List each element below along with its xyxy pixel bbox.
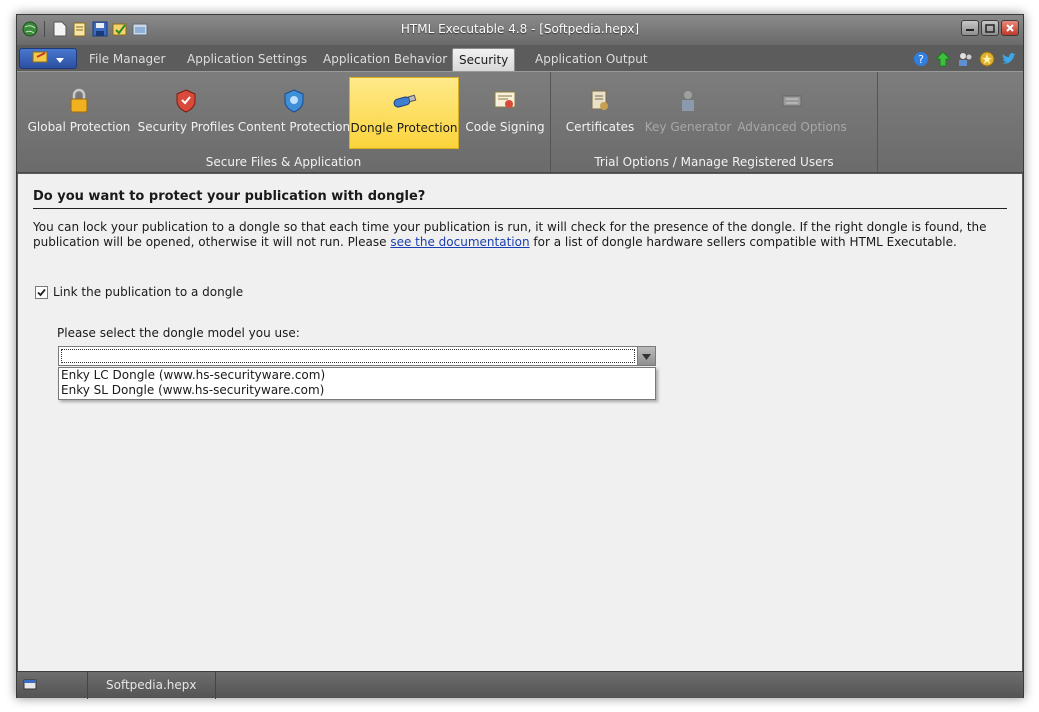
content-shield-icon bbox=[283, 85, 305, 117]
dongle-protection-button[interactable]: Dongle Protection bbox=[349, 77, 459, 149]
code-signing-button[interactable]: Code Signing bbox=[463, 77, 547, 149]
ribbon-panel: Global Protection Security Profiles Cont… bbox=[17, 71, 1023, 173]
award-icon[interactable] bbox=[978, 50, 995, 67]
content-protection-button[interactable]: Content Protection bbox=[237, 77, 351, 149]
link-dongle-label: Link the publication to a dongle bbox=[53, 285, 244, 299]
key-generator-label: Key Generator bbox=[644, 120, 732, 134]
dropdown-arrow-button[interactable] bbox=[637, 347, 655, 365]
twitter-icon[interactable] bbox=[1000, 50, 1017, 67]
window-controls bbox=[961, 20, 1019, 36]
app-menu-icon bbox=[32, 50, 50, 67]
app-menu-button[interactable] bbox=[19, 48, 77, 69]
documentation-link[interactable]: see the documentation bbox=[390, 235, 529, 249]
tab-application-output[interactable]: Application Output bbox=[529, 48, 654, 71]
dongle-icon bbox=[391, 86, 417, 118]
ribbon-group-trial-options: Certificates Key Generator Advanced Opti… bbox=[551, 72, 878, 172]
link-dongle-option[interactable]: Link the publication to a dongle bbox=[35, 285, 243, 299]
advanced-options-button[interactable]: Advanced Options bbox=[737, 77, 847, 149]
dongle-model-label: Please select the dongle model you use: bbox=[57, 326, 300, 340]
advanced-options-icon bbox=[780, 85, 804, 117]
maximize-button[interactable] bbox=[981, 20, 999, 36]
page-title: Do you want to protect your publication … bbox=[33, 189, 1007, 209]
key-generator-button[interactable]: Key Generator bbox=[644, 77, 732, 149]
security-profiles-button[interactable]: Security Profiles bbox=[137, 77, 235, 149]
ribbon-group-secure-files: Global Protection Security Profiles Cont… bbox=[17, 72, 551, 172]
certificates-button[interactable]: Certificates bbox=[563, 77, 637, 149]
app-window: HTML Executable 4.8 - [Softpedia.hepx] F… bbox=[16, 14, 1024, 699]
ribbon-group-label-secure-files: Secure Files & Application bbox=[205, 155, 362, 169]
title-bar: HTML Executable 4.8 - [Softpedia.hepx] bbox=[17, 15, 1023, 45]
shield-icon bbox=[175, 85, 197, 117]
users-icon[interactable] bbox=[956, 50, 973, 67]
window-title: HTML Executable 4.8 - [Softpedia.hepx] bbox=[400, 22, 640, 36]
code-signing-label: Code Signing bbox=[465, 120, 545, 134]
update-arrow-icon[interactable] bbox=[934, 50, 951, 67]
help-icon[interactable]: ? bbox=[912, 50, 929, 67]
certificate-icon bbox=[493, 85, 517, 117]
status-window-icon[interactable] bbox=[23, 678, 37, 690]
dongle-protection-label: Dongle Protection bbox=[350, 121, 458, 135]
link-dongle-checkbox[interactable] bbox=[35, 285, 48, 299]
ribbon-tab-strip: File Manager Application Settings Applic… bbox=[17, 45, 1023, 71]
security-profiles-label: Security Profiles bbox=[137, 120, 235, 134]
global-protection-button[interactable]: Global Protection bbox=[25, 77, 133, 149]
certificates-icon bbox=[589, 85, 611, 117]
description-text: You can lock your publication to a dongl… bbox=[33, 220, 1007, 250]
chevron-down-icon bbox=[642, 349, 651, 363]
status-bar: Softpedia.hepx bbox=[17, 671, 1023, 699]
certificates-label: Certificates bbox=[565, 120, 635, 134]
svg-text:?: ? bbox=[918, 53, 924, 66]
dongle-protection-panel: Do you want to protect your publication … bbox=[18, 174, 1022, 671]
ribbon-group-label-trial-options: Trial Options / Manage Registered Users bbox=[594, 155, 834, 169]
close-button[interactable] bbox=[1001, 20, 1019, 36]
help-toolbar: ? bbox=[912, 50, 1017, 67]
dongle-model-value[interactable] bbox=[61, 349, 635, 363]
tab-application-settings[interactable]: Application Settings bbox=[181, 48, 313, 71]
tab-file-manager[interactable]: File Manager bbox=[83, 48, 172, 71]
description-part-2: for a list of dongle hardware sellers co… bbox=[529, 235, 957, 249]
dongle-model-dropdown-list: Enky LC Dongle (www.hs-securityware.com)… bbox=[58, 367, 656, 400]
key-generator-icon bbox=[677, 85, 699, 117]
content-protection-label: Content Protection bbox=[237, 120, 351, 134]
tab-security[interactable]: Security bbox=[452, 48, 516, 71]
dropdown-option-enky-sl[interactable]: Enky SL Dongle (www.hs-securityware.com) bbox=[59, 383, 655, 398]
global-protection-label: Global Protection bbox=[27, 120, 131, 134]
tab-application-behavior[interactable]: Application Behavior bbox=[317, 48, 453, 71]
lock-icon bbox=[68, 85, 90, 117]
status-filename[interactable]: Softpedia.hepx bbox=[87, 672, 216, 699]
minimize-button[interactable] bbox=[961, 20, 979, 36]
advanced-options-label: Advanced Options bbox=[737, 120, 847, 134]
dongle-model-select[interactable] bbox=[58, 346, 656, 366]
dropdown-option-enky-lc[interactable]: Enky LC Dongle (www.hs-securityware.com) bbox=[59, 368, 655, 383]
chevron-down-icon bbox=[56, 52, 64, 66]
